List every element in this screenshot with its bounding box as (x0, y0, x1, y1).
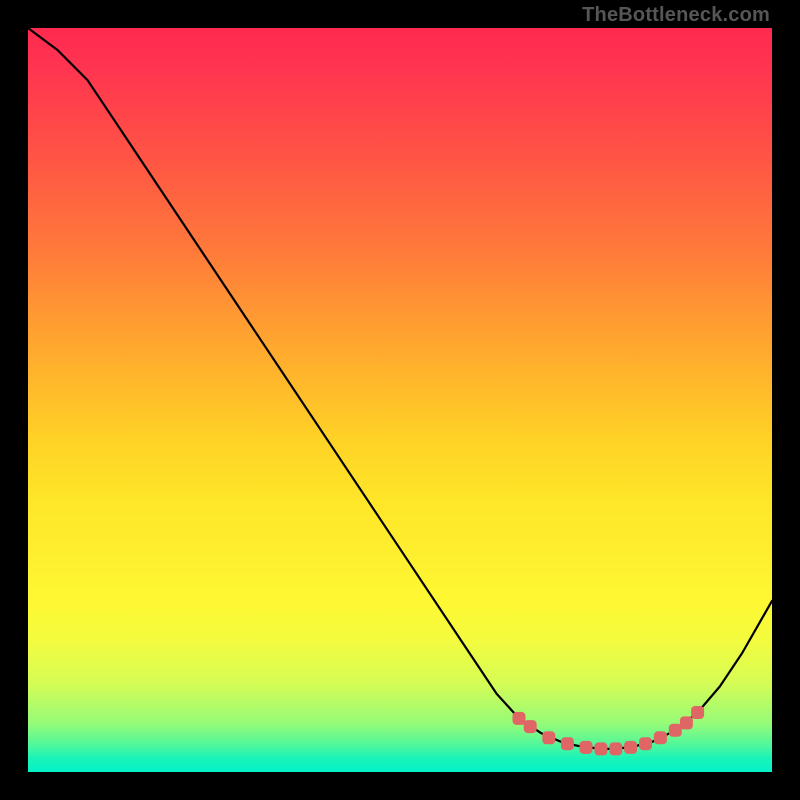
marker-dot (609, 742, 622, 755)
marker-dot (669, 724, 682, 737)
marker-dot (654, 731, 667, 744)
marker-dot (513, 712, 526, 725)
marker-dot (524, 720, 537, 733)
marker-dot (691, 706, 704, 719)
marker-dot (542, 731, 555, 744)
chart-frame (28, 28, 772, 772)
marker-dot (594, 742, 607, 755)
marker-dot (580, 741, 593, 754)
chart-plot (28, 28, 772, 772)
marker-dot (639, 737, 652, 750)
attribution-text: TheBottleneck.com (582, 4, 770, 27)
marker-dot (680, 716, 693, 729)
bottleneck-curve (28, 28, 772, 749)
marker-dot (624, 741, 637, 754)
marker-dot (561, 737, 574, 750)
